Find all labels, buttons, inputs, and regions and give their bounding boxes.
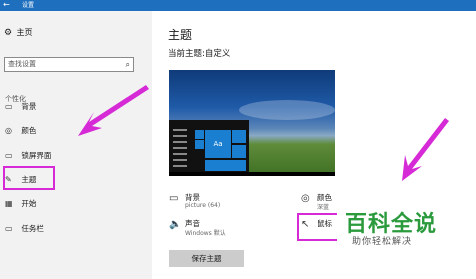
preview-taskbar — [169, 172, 335, 176]
sidebar-item-taskbar[interactable]: ▭ 任务栏 — [5, 222, 44, 236]
preview-tile — [232, 130, 246, 143]
sidebar-item-color[interactable]: ◎ 颜色 — [5, 124, 36, 138]
save-theme-button[interactable]: 保存主题 — [169, 250, 244, 267]
sidebar-item-label: 开始 — [21, 199, 37, 208]
preview-cloud — [239, 100, 335, 120]
speaker-icon: 🔈 — [169, 219, 182, 230]
sidebar-item-label: 锁屏界面 — [21, 151, 52, 160]
gear-icon: ⚙ — [4, 28, 13, 38]
preview-tile-aa: Aa — [205, 130, 231, 158]
home-label: 主页 — [16, 28, 33, 37]
watermark-subtitle: 助你轻松解决 — [352, 237, 413, 247]
search-icon[interactable]: ⌕ — [126, 58, 130, 71]
current-theme-label: 当前主题:自定义 — [168, 49, 231, 59]
title-bar: ← 设置 — [0, 0, 476, 11]
preview-menu-list — [169, 125, 191, 176]
taskbar-icon: ▭ — [5, 224, 13, 233]
watermark: 百科全说 助你轻松解决 — [337, 200, 476, 279]
sidebar-home[interactable]: ⚙ 主页 — [4, 27, 33, 38]
sidebar: ⚙ 主页 查找设置 ⌕ 个性化 ▭ 背景 ◎ 颜色 ▭ 锁屏界面 ✎ 主题 ▦ … — [0, 11, 152, 279]
sidebar-item-start[interactable]: ▦ 开始 — [5, 197, 36, 211]
theme-highlight-box — [3, 166, 55, 190]
theme-preview: Aa — [169, 70, 335, 176]
palette-icon: ◎ — [301, 193, 310, 204]
sidebar-item-background[interactable]: ▭ 背景 — [5, 100, 36, 114]
sidebar-item-label: 任务栏 — [21, 224, 44, 233]
back-arrow-icon[interactable]: ← — [3, 0, 10, 10]
mouse-highlight-box — [297, 213, 339, 241]
right-arrow-shape — [402, 118, 449, 181]
preview-tile — [232, 145, 246, 158]
option-sub: picture (64) — [185, 202, 221, 209]
lockscreen-icon: ▭ — [5, 151, 13, 160]
preview-tile — [195, 130, 204, 139]
option-sub: 深蓝 — [317, 204, 330, 211]
sidebar-item-label: 颜色 — [21, 126, 37, 135]
sidebar-item-label: 背景 — [21, 102, 37, 111]
image-icon: ▭ — [169, 193, 179, 204]
preview-tile — [205, 160, 246, 171]
search-input[interactable]: 查找设置 ⌕ — [4, 57, 134, 72]
palette-icon: ◎ — [5, 126, 12, 135]
option-sub: Windows 默认 — [185, 230, 226, 237]
sidebar-item-lockscreen[interactable]: ▭ 锁屏界面 — [5, 149, 51, 163]
preview-tile — [195, 140, 204, 149]
image-icon: ▭ — [5, 102, 13, 111]
search-placeholder: 查找设置 — [8, 60, 36, 68]
page-title: 主题 — [168, 28, 193, 42]
start-icon: ▦ — [5, 199, 13, 208]
window-title: 设置 — [22, 2, 35, 9]
